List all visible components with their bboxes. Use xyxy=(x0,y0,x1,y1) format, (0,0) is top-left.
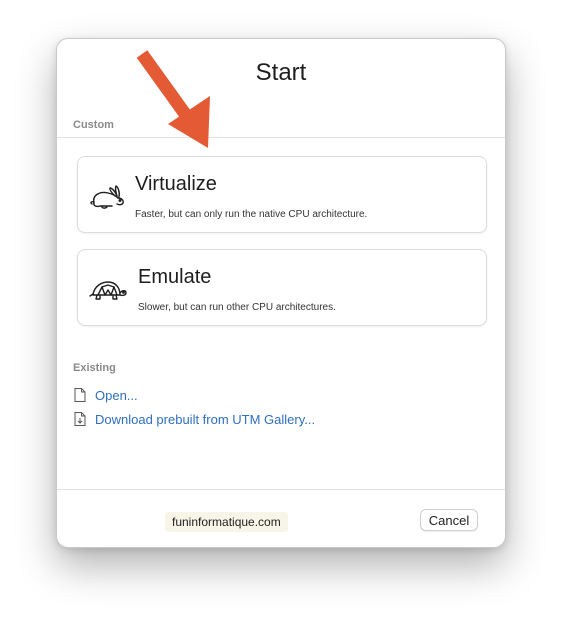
download-gallery-link[interactable]: Download prebuilt from UTM Gallery... xyxy=(73,410,315,428)
virtualize-title: Virtualize xyxy=(135,173,217,195)
download-gallery-label: Download prebuilt from UTM Gallery... xyxy=(95,411,316,427)
virtualize-description: Faster, but can only run the native CPU … xyxy=(135,209,368,220)
open-link-label: Open... xyxy=(95,387,138,403)
rabbit-icon xyxy=(90,185,124,209)
open-link[interactable]: Open... xyxy=(73,386,138,404)
footer-divider xyxy=(57,489,505,490)
turtle-icon xyxy=(89,281,127,300)
section-label-existing: Existing xyxy=(73,362,116,374)
emulate-description: Slower, but can run other CPU architectu… xyxy=(138,302,336,313)
stage: Start Custom Virtualize Faster, but can … xyxy=(0,0,562,623)
watermark: funinformatique.com xyxy=(165,512,288,532)
divider xyxy=(57,137,505,138)
start-dialog: Start Custom Virtualize Faster, but can … xyxy=(56,38,506,548)
emulate-option-card[interactable]: Emulate Slower, but can run other CPU ar… xyxy=(77,249,487,326)
cancel-button[interactable]: Cancel xyxy=(420,509,478,531)
dialog-title: Start xyxy=(255,59,307,86)
emulate-title: Emulate xyxy=(138,266,212,288)
document-icon xyxy=(74,388,86,402)
section-label-custom: Custom xyxy=(73,119,114,131)
virtualize-option-card[interactable]: Virtualize Faster, but can only run the … xyxy=(77,156,487,233)
download-document-icon xyxy=(74,412,86,426)
annotation-arrow-icon xyxy=(136,50,210,148)
